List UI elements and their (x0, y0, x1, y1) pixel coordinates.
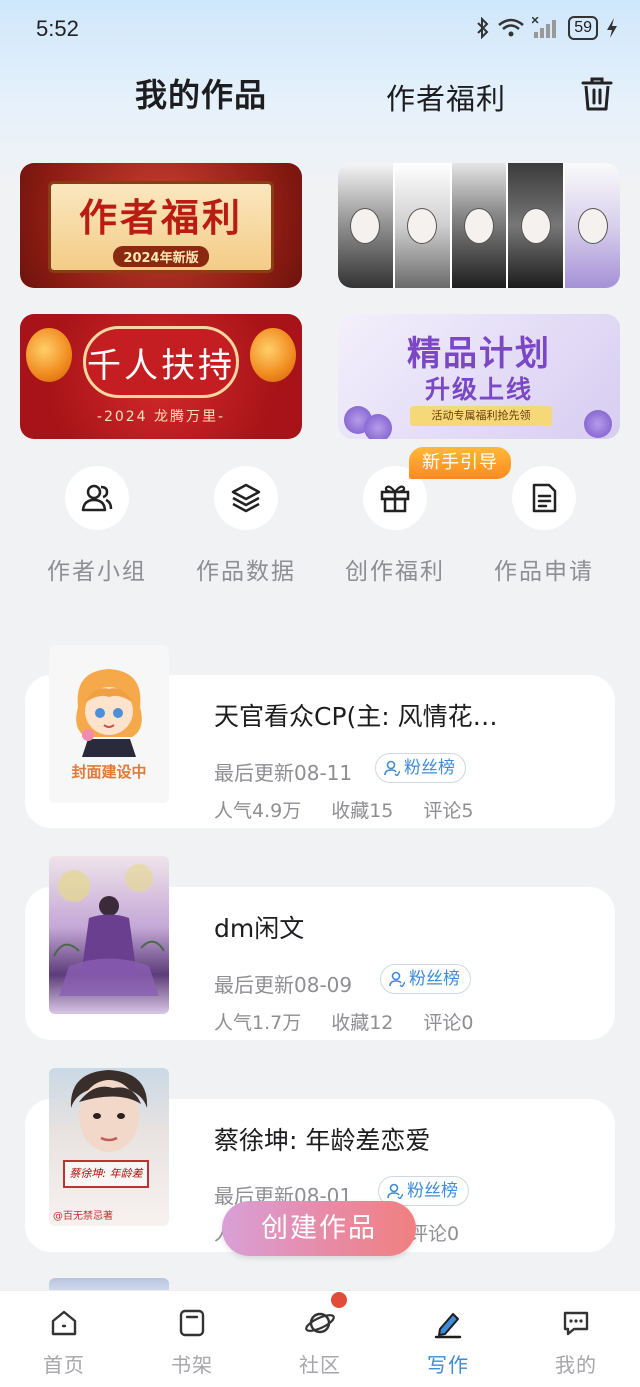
user-icon (384, 760, 400, 776)
nav-item-home[interactable]: 首页 (24, 1305, 104, 1378)
charging-icon (607, 18, 617, 38)
nav-label: 首页 (43, 1353, 85, 1377)
work-last-updated: 最后更新08-11 (214, 761, 353, 785)
banner-author-welfare[interactable]: 作者福利 2024年新版 (20, 163, 302, 288)
banner-subtitle: 升级上线 (424, 375, 533, 404)
favorites-stat: 收藏12 (331, 1012, 394, 1034)
pen-icon (434, 1313, 462, 1339)
quick-action-label: 作品数据 (196, 559, 296, 585)
nav-label: 书架 (171, 1353, 213, 1377)
popularity-stat: 人气4.9万 (214, 800, 302, 822)
newbie-guide-badge[interactable]: 新手引导 (409, 447, 511, 479)
cover-signature: 蔡徐坤: 年龄差 (63, 1160, 149, 1188)
quick-action-work-application[interactable]: 作品申请 (469, 466, 619, 586)
work-title[interactable]: 天官看众CP(主: 风情花… (214, 697, 498, 733)
quick-action-work-data[interactable]: 作品数据 (171, 466, 321, 586)
scroll-decoration: 作者福利 2024年新版 (48, 181, 274, 273)
fans-ranking-label: 粉丝榜 (407, 1181, 458, 1201)
quick-action-author-group[interactable]: 作者小组 (22, 466, 172, 586)
home-icon (51, 1310, 77, 1336)
comments-stat: 评论0 (423, 1012, 474, 1034)
banner-note: 活动专属福利抢先领 (410, 406, 552, 426)
battery-indicator: 59 (568, 16, 598, 40)
quick-action-label: 作者小组 (47, 559, 147, 585)
manga-illustration (338, 163, 620, 288)
work-title[interactable]: 蔡徐坤: 年龄差恋爱 (214, 1121, 430, 1157)
banner-subtitle: 2024年新版 (113, 246, 209, 267)
flower-decoration (364, 414, 392, 439)
nav-item-community[interactable]: 社区 (280, 1305, 360, 1378)
layers-icon (231, 483, 261, 513)
notification-dot (331, 1292, 347, 1308)
flower-decoration (584, 410, 612, 438)
banner-title: 作者福利 (78, 195, 243, 240)
nav-label: 写作 (427, 1353, 469, 1377)
status-time: 5:52 (36, 16, 79, 41)
bookshelf-icon (179, 1309, 205, 1337)
cell-signal-icon (532, 17, 557, 38)
bluetooth-icon (477, 17, 489, 39)
chat-icon (563, 1311, 589, 1336)
lantern-icon (250, 328, 296, 382)
user-icon (389, 971, 405, 987)
trash-icon (581, 77, 613, 111)
status-icons: 59 (476, 16, 618, 40)
cover-placeholder-text: 封面建设中 (71, 763, 147, 781)
fans-ranking-label: 粉丝榜 (404, 758, 455, 778)
quick-action-label: 作品申请 (494, 559, 594, 585)
people-icon (81, 484, 113, 512)
trash-button[interactable] (578, 74, 616, 114)
work-title[interactable]: dm闲文 (214, 909, 304, 945)
quick-action-label: 创作福利 (345, 559, 445, 585)
nav-item-write[interactable]: 写作 (408, 1305, 488, 1378)
popularity-stat: 人气1.7万 (214, 1012, 302, 1034)
quick-action-circle (65, 466, 129, 530)
banner-title-frame: 千人扶持 (83, 326, 239, 398)
planet-icon (305, 1312, 335, 1334)
cover-watermark: @百无禁忌著 (53, 1211, 113, 1222)
work-cover[interactable]: 封面建设中 (49, 645, 169, 803)
cartoon-avatar-image (76, 669, 142, 757)
bottom-navigation: 首页 书架 社区 写作 我的 (0, 1290, 640, 1387)
fans-ranking-tag[interactable]: 粉丝榜 (375, 753, 466, 783)
gift-icon (380, 485, 410, 513)
nav-label: 我的 (555, 1353, 597, 1377)
quick-action-circle (512, 466, 576, 530)
tab-author-welfare[interactable]: 作者福利 (386, 76, 506, 118)
fans-ranking-label: 粉丝榜 (409, 969, 460, 989)
banner-title: 精品计划 (407, 334, 551, 374)
portrait-photo (70, 1070, 148, 1152)
lantern-icon (26, 328, 72, 382)
comments-stat: 评论0 (409, 1223, 460, 1245)
comments-stat: 评论5 (423, 800, 474, 822)
banner-subtitle: -2024 龙腾万里- (96, 409, 226, 425)
fans-ranking-tag[interactable]: 粉丝榜 (380, 964, 471, 994)
user-icon (387, 1183, 403, 1199)
status-bar: 5:52 59 (0, 0, 640, 62)
banner-title: 千人扶持 (87, 345, 235, 386)
wifi-icon (498, 18, 525, 37)
quick-action-circle (214, 466, 278, 530)
document-icon (532, 483, 557, 513)
work-stats: 人气4.9万 收藏15 评论5 (214, 796, 474, 823)
work-last-updated: 最后更新08-09 (214, 973, 353, 997)
work-stats: 人气1.7万 收藏12 评论0 (214, 1008, 474, 1035)
favorites-stat: 收藏15 (331, 800, 394, 822)
banner-thousand-support[interactable]: 千人扶持 -2024 龙腾万里- (20, 314, 302, 439)
quick-action-creation-welfare[interactable]: 创作福利 (320, 466, 470, 586)
work-cover[interactable] (49, 856, 169, 1014)
page-title[interactable]: 我的作品 (135, 70, 267, 116)
work-cover[interactable]: 蔡徐坤: 年龄差 @百无禁忌著 (49, 1068, 169, 1226)
banner-manga[interactable] (338, 163, 620, 288)
banner-quality-plan[interactable]: 精品计划 升级上线 活动专属福利抢先领 (338, 314, 620, 439)
nav-item-me[interactable]: 我的 (536, 1305, 616, 1378)
nav-label: 社区 (299, 1353, 341, 1377)
create-work-button[interactable]: 创建作品 (222, 1201, 416, 1256)
cover-illustration (53, 864, 165, 996)
nav-item-bookshelf[interactable]: 书架 (152, 1305, 232, 1378)
